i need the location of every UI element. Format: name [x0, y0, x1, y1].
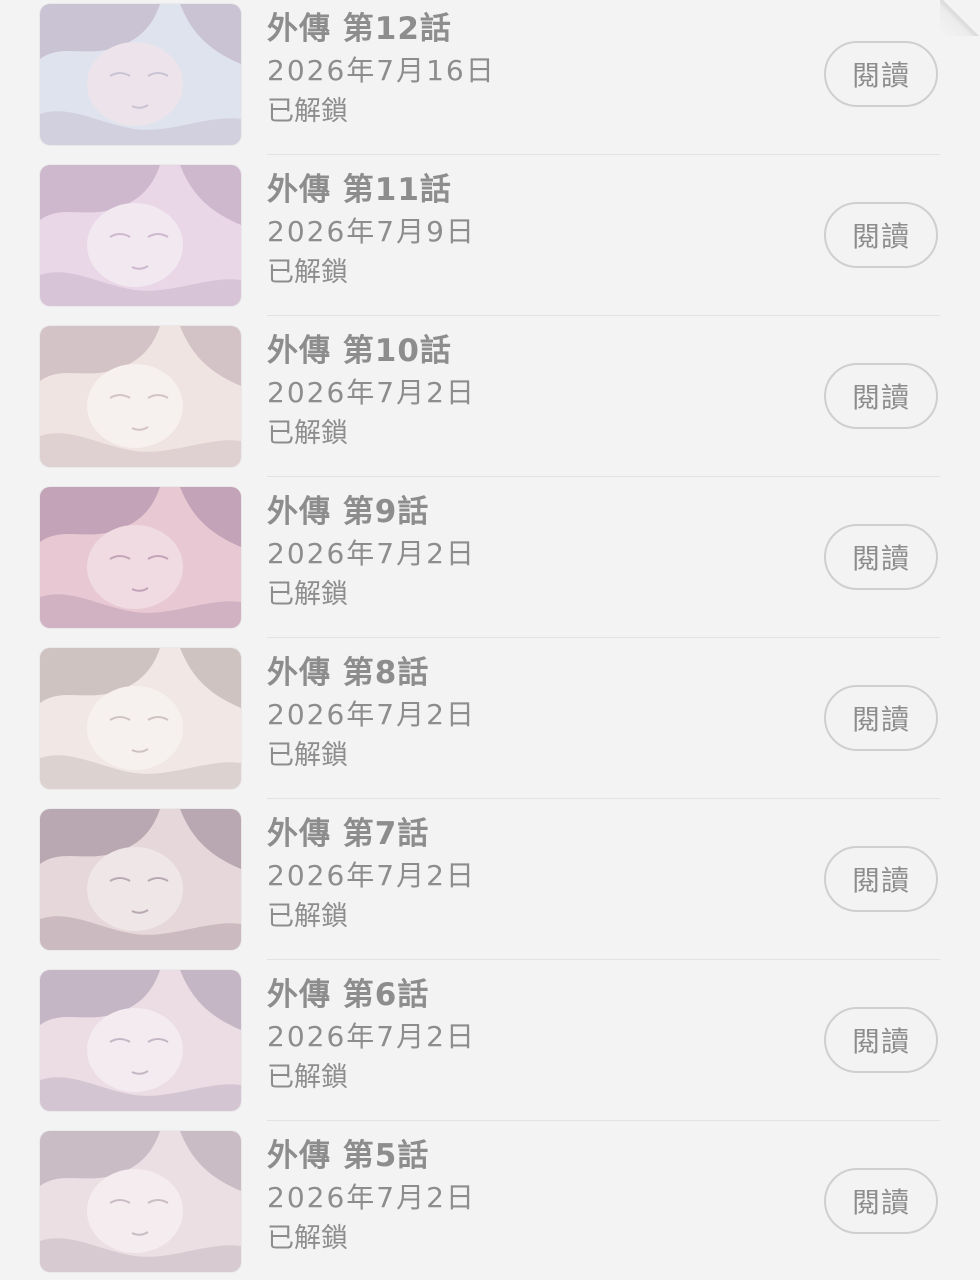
episode-info: 外傳 第12話 2026年7月16日 已解鎖 — [267, 8, 747, 132]
read-button[interactable]: 閱讀 — [824, 1168, 938, 1234]
episode-status: 已解鎖 — [267, 1223, 348, 1254]
episode-info: 外傳 第9話 2026年7月2日 已解鎖 — [267, 491, 747, 615]
episode-date: 2026年7月2日 — [267, 537, 476, 570]
episode-thumbnail[interactable] — [40, 1131, 241, 1272]
episode-date: 2026年7月9日 — [267, 215, 476, 248]
read-button[interactable]: 閱讀 — [824, 685, 938, 751]
read-button[interactable]: 閱讀 — [824, 41, 938, 107]
read-button[interactable]: 閱讀 — [824, 363, 938, 429]
episode-row[interactable]: 外傳 第7話 2026年7月2日 已解鎖 閱讀 — [0, 799, 980, 960]
episode-date: 2026年7月2日 — [267, 698, 476, 731]
episode-date: 2026年7月2日 — [267, 376, 476, 409]
episode-info: 外傳 第10話 2026年7月2日 已解鎖 — [267, 330, 747, 454]
thumbnail-illustration — [40, 1131, 241, 1272]
episode-status: 已解鎖 — [267, 579, 348, 610]
episode-thumbnail[interactable] — [40, 326, 241, 467]
app-screen: 外傳 第12話 2026年7月16日 已解鎖 閱讀 外傳 第11話 2026年7… — [0, 0, 980, 1280]
episode-date: 2026年7月16日 — [267, 54, 496, 87]
episode-status: 已解鎖 — [267, 257, 348, 288]
episode-status: 已解鎖 — [267, 418, 348, 449]
episode-thumbnail[interactable] — [40, 487, 241, 628]
episode-status: 已解鎖 — [267, 1062, 348, 1093]
thumbnail-illustration — [40, 809, 241, 950]
episode-row[interactable]: 外傳 第6話 2026年7月2日 已解鎖 閱讀 — [0, 960, 980, 1121]
read-button[interactable]: 閱讀 — [824, 846, 938, 912]
episode-thumbnail[interactable] — [40, 809, 241, 950]
episode-title: 外傳 第11話 — [267, 172, 452, 208]
episode-title: 外傳 第9話 — [267, 494, 430, 530]
episode-row[interactable]: 外傳 第11話 2026年7月9日 已解鎖 閱讀 — [0, 155, 980, 316]
episode-info: 外傳 第7話 2026年7月2日 已解鎖 — [267, 813, 747, 937]
episode-title: 外傳 第7話 — [267, 816, 430, 852]
episode-info: 外傳 第11話 2026年7月9日 已解鎖 — [267, 169, 747, 293]
episode-title: 外傳 第5話 — [267, 1138, 430, 1174]
read-button[interactable]: 閱讀 — [824, 1007, 938, 1073]
thumbnail-illustration — [40, 487, 241, 628]
episode-date: 2026年7月2日 — [267, 1020, 476, 1053]
episode-row[interactable]: 外傳 第10話 2026年7月2日 已解鎖 閱讀 — [0, 316, 980, 477]
episode-row[interactable]: 外傳 第9話 2026年7月2日 已解鎖 閱讀 — [0, 477, 980, 638]
episode-status: 已解鎖 — [267, 740, 348, 771]
episode-info: 外傳 第6話 2026年7月2日 已解鎖 — [267, 974, 747, 1098]
thumbnail-illustration — [40, 326, 241, 467]
episode-thumbnail[interactable] — [40, 165, 241, 306]
episode-info: 外傳 第5話 2026年7月2日 已解鎖 — [267, 1135, 747, 1259]
thumbnail-illustration — [40, 4, 241, 145]
episode-row[interactable]: 外傳 第5話 2026年7月2日 已解鎖 閱讀 — [0, 1121, 980, 1280]
episode-date: 2026年7月2日 — [267, 859, 476, 892]
episode-row[interactable]: 外傳 第12話 2026年7月16日 已解鎖 閱讀 — [0, 0, 980, 155]
episode-info: 外傳 第8話 2026年7月2日 已解鎖 — [267, 652, 747, 776]
episode-thumbnail[interactable] — [40, 970, 241, 1111]
episode-list: 外傳 第12話 2026年7月16日 已解鎖 閱讀 外傳 第11話 2026年7… — [0, 0, 980, 1280]
episode-thumbnail[interactable] — [40, 648, 241, 789]
episode-title: 外傳 第12話 — [267, 11, 452, 47]
read-button[interactable]: 閱讀 — [824, 202, 938, 268]
episode-title: 外傳 第8話 — [267, 655, 430, 691]
episode-title: 外傳 第10話 — [267, 333, 452, 369]
thumbnail-illustration — [40, 970, 241, 1111]
episode-status: 已解鎖 — [267, 96, 348, 127]
read-button[interactable]: 閱讀 — [824, 524, 938, 590]
episode-row[interactable]: 外傳 第8話 2026年7月2日 已解鎖 閱讀 — [0, 638, 980, 799]
thumbnail-illustration — [40, 165, 241, 306]
episode-date: 2026年7月2日 — [267, 1181, 476, 1214]
episode-title: 外傳 第6話 — [267, 977, 430, 1013]
episode-status: 已解鎖 — [267, 901, 348, 932]
episode-thumbnail[interactable] — [40, 4, 241, 145]
thumbnail-illustration — [40, 648, 241, 789]
